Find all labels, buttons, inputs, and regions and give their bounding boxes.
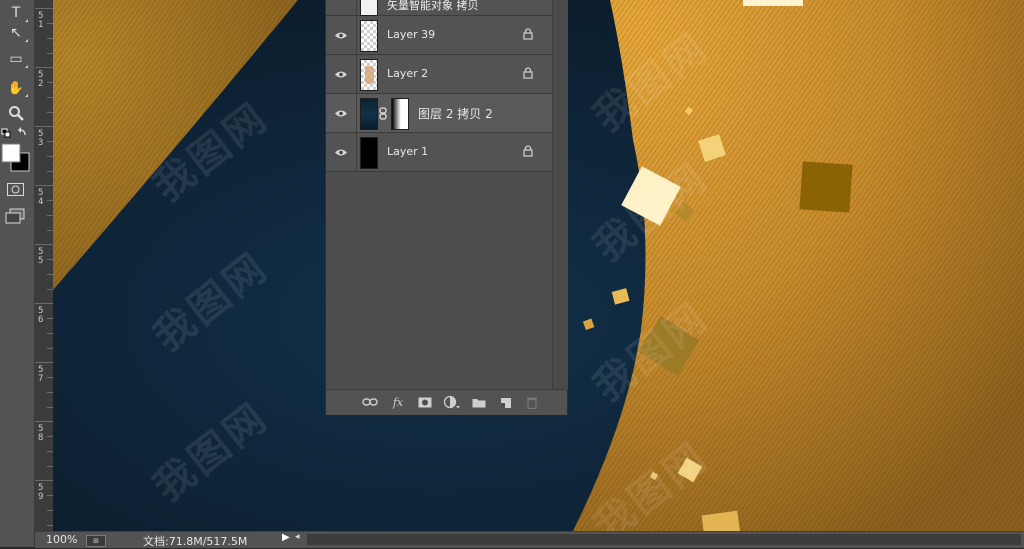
layer-name: Layer 2 (387, 67, 429, 80)
layer-thumbnail (360, 59, 378, 91)
layer-row-layer-1[interactable]: Layer 1 (326, 133, 552, 172)
layer-mask-thumbnail[interactable] (391, 98, 409, 130)
smart-object-thumbnail (360, 0, 378, 16)
fx-icon[interactable]: fx (390, 395, 406, 409)
layer-thumbnail (360, 98, 378, 130)
adjustment-layer-icon[interactable] (443, 395, 461, 409)
ruler-tick (35, 303, 53, 304)
layer-thumbnail (360, 137, 378, 169)
ruler-tick (35, 8, 53, 9)
ruler-label: 6 (38, 315, 44, 325)
ruler-tick (35, 480, 53, 481)
ruler-tick (35, 126, 53, 127)
ruler-label: 8 (38, 433, 44, 443)
layer-name: 图层 2 拷贝 2 (418, 107, 493, 121)
proof-setup-icon[interactable]: ⊞ (86, 535, 106, 547)
new-group-icon[interactable] (471, 395, 487, 409)
horizontal-scrollbar[interactable] (307, 534, 1021, 545)
layer-row[interactable]: 矢量智能对象 拷贝 (326, 0, 552, 16)
screen-mode-icon[interactable] (5, 208, 27, 224)
visibility-eye-icon[interactable] (326, 94, 357, 132)
ruler-label: 1 (38, 20, 44, 30)
status-bar: 100% ⊞ 文档:71.8M/517.5M ▶ ◂ (35, 531, 1024, 548)
ruler-label: 2 (38, 79, 44, 89)
layers-panel-footer: fx (326, 389, 567, 415)
lock-icon (523, 145, 533, 157)
mask-link-icon[interactable] (378, 107, 388, 120)
new-layer-icon[interactable] (498, 395, 514, 409)
layer-thumbnail (360, 20, 378, 52)
visibility-eye-icon[interactable] (326, 16, 357, 54)
scroll-left-icon[interactable]: ◂ (295, 532, 300, 542)
layers-scrollbar[interactable] (552, 0, 568, 390)
lock-icon (523, 67, 533, 79)
rectangle-tool-icon[interactable]: ▭ (3, 48, 29, 70)
visibility-eye-icon[interactable] (326, 0, 357, 15)
zoom-tool-icon[interactable] (3, 102, 29, 124)
ruler-tick (35, 67, 53, 68)
ruler-tick (35, 421, 53, 422)
add-mask-icon[interactable] (417, 395, 433, 409)
magnifier-icon (9, 106, 24, 121)
link-layers-icon[interactable] (362, 395, 378, 409)
trash-icon[interactable] (524, 395, 540, 409)
ruler-label: 4 (38, 197, 44, 207)
ruler-label: 5 (38, 256, 44, 266)
ruler-tick (35, 362, 53, 363)
layer-name: 矢量智能对象 拷贝 (387, 0, 479, 12)
type-tool-icon[interactable]: T (3, 2, 29, 24)
visibility-eye-icon[interactable] (326, 133, 357, 171)
foreground-color-swatch (1, 143, 21, 163)
ruler-tick (35, 185, 53, 186)
lock-icon (523, 28, 533, 40)
layer-row-layer-39[interactable]: Layer 39 (326, 16, 552, 55)
layer-row-layer-2[interactable]: Layer 2 (326, 55, 552, 94)
ruler-label: 9 (38, 492, 44, 502)
status-menu-arrow-icon[interactable]: ▶ (282, 532, 290, 543)
tools-panel: T ↖ ▭ ✋ (0, 0, 35, 547)
layer-name: Layer 1 (387, 145, 429, 158)
zoom-level[interactable]: 100% (46, 533, 77, 546)
path-select-tool-icon[interactable]: ↖ (3, 22, 29, 44)
layers-panel: 矢量智能对象 拷贝 Layer 39 Layer 2 图层 2 拷贝 2 Lay… (325, 0, 568, 415)
layer-name: Layer 39 (387, 28, 436, 41)
hand-tool-icon[interactable]: ✋ (3, 77, 29, 99)
quick-mask-icon[interactable] (7, 183, 25, 197)
ruler-tick (35, 244, 53, 245)
ruler-label: 7 (38, 374, 44, 384)
vertical-ruler: 515253545556575859 (35, 0, 54, 531)
visibility-eye-icon[interactable] (326, 55, 357, 93)
ruler-label: 3 (38, 138, 44, 148)
color-swatches[interactable] (1, 127, 33, 177)
layer-row-layer-2-copy-2[interactable]: 图层 2 拷贝 2 (326, 94, 552, 133)
